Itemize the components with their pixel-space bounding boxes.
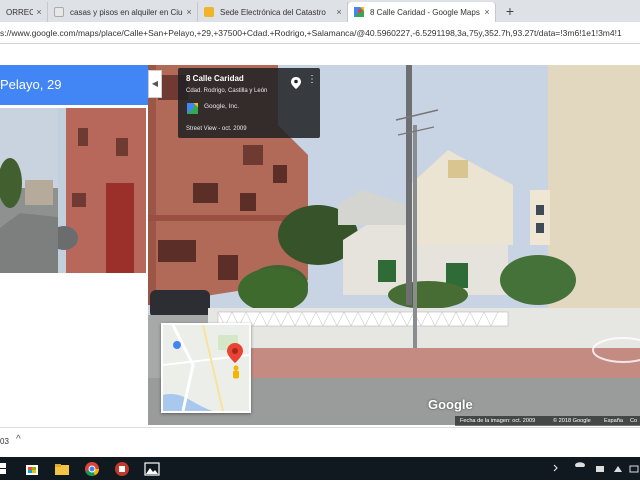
page-icon: [54, 7, 64, 17]
copyright-label[interactable]: © 2018 Google: [553, 416, 591, 426]
card-capture-date[interactable]: Street View - oct. 2009: [186, 126, 247, 132]
collapse-panel-button[interactable]: ◀: [148, 70, 162, 98]
catastro-icon: [204, 7, 214, 17]
image-date-label: Fecha de la imagen: oct. 2009: [460, 418, 536, 424]
card-brand: Google, Inc.: [204, 103, 240, 110]
place-photo-main[interactable]: [58, 108, 146, 273]
more-options-icon[interactable]: ⋮: [307, 74, 317, 86]
address-bar[interactable]: s://www.google.com/maps/place/Calle+San+…: [0, 22, 640, 44]
url-text[interactable]: s://www.google.com/maps/place/Calle+San+…: [0, 26, 640, 40]
app-icon[interactable]: [114, 461, 130, 477]
country-label[interactable]: España: [604, 416, 623, 426]
download-shelf: 03 ^: [0, 427, 640, 457]
footer-extra-label[interactable]: Co: [630, 416, 637, 426]
download-menu-icon[interactable]: ^: [16, 434, 21, 445]
file-explorer-icon[interactable]: [54, 461, 70, 477]
windows-start-icon[interactable]: [0, 461, 16, 477]
maps-top-strip: [0, 45, 640, 65]
sidewalk: [208, 348, 640, 378]
google-logo: Google: [428, 397, 473, 412]
photos-icon[interactable]: [144, 461, 160, 477]
card-address: Cdad. Rodrigo, Castilla y León: [186, 88, 268, 94]
tab-title: ORRECAJ: [6, 7, 33, 17]
google-maps-icon: [187, 101, 198, 114]
tab-google-maps[interactable]: 8 Calle Caridad - Google Maps ×: [348, 2, 496, 22]
tab-catastro[interactable]: Sede Electrónica del Catastro ×: [198, 2, 348, 22]
pegman-icon: [231, 365, 241, 379]
download-item-text[interactable]: 03: [0, 437, 9, 446]
tab-orrecaj[interactable]: ORRECAJ ×: [0, 2, 48, 22]
new-tab-button[interactable]: +: [500, 2, 520, 20]
google-maps-icon: [354, 7, 364, 17]
place-photo-thumbnail[interactable]: [0, 108, 66, 273]
tab-alquiler[interactable]: casas y pisos en alquiler en Ciuda ×: [48, 2, 198, 22]
tab-close-icon[interactable]: ×: [333, 7, 345, 17]
tab-close-icon[interactable]: ×: [33, 7, 45, 17]
street-lamp-pole: [413, 125, 417, 350]
tab-title: Sede Electrónica del Catastro: [220, 7, 326, 17]
minimap[interactable]: [161, 323, 251, 413]
location-pin-icon[interactable]: [291, 76, 301, 89]
tab-close-icon[interactable]: ×: [481, 7, 493, 17]
chrome-icon[interactable]: [84, 461, 100, 477]
tab-title: casas y pisos en alquiler en Ciuda: [70, 7, 183, 17]
card-title[interactable]: 8 Calle Caridad: [186, 74, 244, 83]
tab-title: 8 Calle Caridad - Google Maps: [370, 7, 480, 17]
tab-close-icon[interactable]: ×: [183, 7, 195, 17]
system-tray[interactable]: [548, 461, 640, 477]
browser-tab-strip: ORRECAJ × casas y pisos en alquiler en C…: [0, 0, 640, 22]
store-icon[interactable]: [24, 461, 40, 477]
parked-car: [150, 290, 210, 318]
place-side-panel: Pelayo, 29: [0, 65, 148, 425]
map-marker-icon: [227, 343, 243, 363]
place-title-header: Pelayo, 29: [0, 65, 148, 105]
street-view-info-card: 8 Calle Caridad Cdad. Rodrigo, Castilla …: [178, 68, 320, 138]
